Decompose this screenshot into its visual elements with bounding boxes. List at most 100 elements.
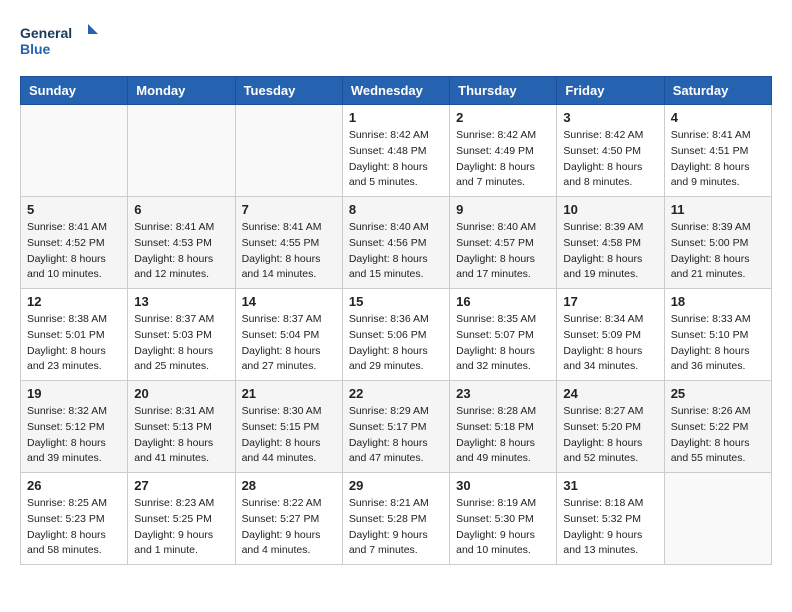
day-info: Sunrise: 8:33 AM Sunset: 5:10 PM Dayligh… xyxy=(671,312,765,375)
day-number: 31 xyxy=(563,478,657,493)
weekday-header-row: SundayMondayTuesdayWednesdayThursdayFrid… xyxy=(21,77,772,105)
day-number: 24 xyxy=(563,386,657,401)
day-number: 5 xyxy=(27,202,121,217)
calendar-cell: 3 Sunrise: 8:42 AM Sunset: 4:50 PM Daylig… xyxy=(557,105,664,197)
calendar-cell: 16 Sunrise: 8:35 AM Sunset: 5:07 PM Dayli… xyxy=(450,289,557,381)
logo-icon: General Blue xyxy=(20,20,100,60)
calendar-cell: 28Sunrise: 8:22 AM Sunset: 5:27 PM Dayli… xyxy=(235,473,342,565)
calendar-week-row: 5 Sunrise: 8:41 AM Sunset: 4:52 PM Daylig… xyxy=(21,197,772,289)
day-number: 9 xyxy=(456,202,550,217)
svg-text:General: General xyxy=(20,25,72,41)
day-info: Sunrise: 8:40 AM Sunset: 4:56 PM Dayligh… xyxy=(349,220,443,283)
calendar-cell: 22 Sunrise: 8:29 AM Sunset: 5:17 PM Dayli… xyxy=(342,381,449,473)
calendar-cell: 30 Sunrise: 8:19 AM Sunset: 5:30 PM Dayli… xyxy=(450,473,557,565)
calendar-cell: 11Sunrise: 8:39 AM Sunset: 5:00 PM Dayli… xyxy=(664,197,771,289)
day-info: Sunrise: 8:30 AM Sunset: 5:15 PM Dayligh… xyxy=(242,404,336,467)
day-number: 3 xyxy=(563,110,657,125)
calendar-cell: 1Sunrise: 8:42 AM Sunset: 4:48 PM Daylig… xyxy=(342,105,449,197)
calendar-cell: 8 Sunrise: 8:40 AM Sunset: 4:56 PM Daylig… xyxy=(342,197,449,289)
day-number: 4 xyxy=(671,110,765,125)
weekday-header: Thursday xyxy=(450,77,557,105)
svg-text:Blue: Blue xyxy=(20,41,51,57)
day-number: 8 xyxy=(349,202,443,217)
day-number: 26 xyxy=(27,478,121,493)
calendar-cell: 21 Sunrise: 8:30 AM Sunset: 5:15 PM Dayli… xyxy=(235,381,342,473)
calendar-cell: 31 Sunrise: 8:18 AM Sunset: 5:32 PM Dayli… xyxy=(557,473,664,565)
day-number: 19 xyxy=(27,386,121,401)
calendar-cell: 12 Sunrise: 8:38 AM Sunset: 5:01 PM Dayli… xyxy=(21,289,128,381)
day-number: 20 xyxy=(134,386,228,401)
day-number: 23 xyxy=(456,386,550,401)
day-number: 16 xyxy=(456,294,550,309)
calendar-cell xyxy=(664,473,771,565)
calendar-cell: 2 Sunrise: 8:42 AM Sunset: 4:49 PM Daylig… xyxy=(450,105,557,197)
day-info: Sunrise: 8:32 AM Sunset: 5:12 PM Dayligh… xyxy=(27,404,121,467)
page-header: General Blue xyxy=(20,20,772,60)
day-number: 29 xyxy=(349,478,443,493)
day-info: Sunrise: 8:37 AM Sunset: 5:04 PM Dayligh… xyxy=(242,312,336,375)
day-info: Sunrise: 8:42 AM Sunset: 4:49 PM Dayligh… xyxy=(456,128,550,191)
day-info: Sunrise: 8:21 AM Sunset: 5:28 PM Dayligh… xyxy=(349,496,443,559)
day-info: Sunrise: 8:42 AM Sunset: 4:48 PM Dayligh… xyxy=(349,128,443,191)
day-number: 28 xyxy=(242,478,336,493)
day-number: 13 xyxy=(134,294,228,309)
day-info: Sunrise: 8:38 AM Sunset: 5:01 PM Dayligh… xyxy=(27,312,121,375)
calendar-week-row: 26 Sunrise: 8:25 AM Sunset: 5:23 PM Dayli… xyxy=(21,473,772,565)
day-info: Sunrise: 8:35 AM Sunset: 5:07 PM Dayligh… xyxy=(456,312,550,375)
day-number: 12 xyxy=(27,294,121,309)
calendar-cell: 15Sunrise: 8:36 AM Sunset: 5:06 PM Dayli… xyxy=(342,289,449,381)
calendar-cell: 17 Sunrise: 8:34 AM Sunset: 5:09 PM Dayli… xyxy=(557,289,664,381)
day-info: Sunrise: 8:34 AM Sunset: 5:09 PM Dayligh… xyxy=(563,312,657,375)
day-number: 11 xyxy=(671,202,765,217)
weekday-header: Sunday xyxy=(21,77,128,105)
calendar-cell: 20 Sunrise: 8:31 AM Sunset: 5:13 PM Dayli… xyxy=(128,381,235,473)
calendar-week-row: 19 Sunrise: 8:32 AM Sunset: 5:12 PM Dayli… xyxy=(21,381,772,473)
day-info: Sunrise: 8:42 AM Sunset: 4:50 PM Dayligh… xyxy=(563,128,657,191)
day-info: Sunrise: 8:37 AM Sunset: 5:03 PM Dayligh… xyxy=(134,312,228,375)
calendar-cell: 23Sunrise: 8:28 AM Sunset: 5:18 PM Dayli… xyxy=(450,381,557,473)
calendar-cell: 27Sunrise: 8:23 AM Sunset: 5:25 PM Dayli… xyxy=(128,473,235,565)
calendar-cell: 14Sunrise: 8:37 AM Sunset: 5:04 PM Dayli… xyxy=(235,289,342,381)
calendar-cell: 29 Sunrise: 8:21 AM Sunset: 5:28 PM Dayli… xyxy=(342,473,449,565)
calendar-cell xyxy=(128,105,235,197)
day-number: 6 xyxy=(134,202,228,217)
day-info: Sunrise: 8:26 AM Sunset: 5:22 PM Dayligh… xyxy=(671,404,765,467)
calendar-cell: 6Sunrise: 8:41 AM Sunset: 4:53 PM Daylig… xyxy=(128,197,235,289)
day-number: 22 xyxy=(349,386,443,401)
day-number: 27 xyxy=(134,478,228,493)
day-number: 2 xyxy=(456,110,550,125)
calendar-cell: 7Sunrise: 8:41 AM Sunset: 4:55 PM Daylig… xyxy=(235,197,342,289)
weekday-header: Tuesday xyxy=(235,77,342,105)
day-info: Sunrise: 8:40 AM Sunset: 4:57 PM Dayligh… xyxy=(456,220,550,283)
day-number: 15 xyxy=(349,294,443,309)
weekday-header: Monday xyxy=(128,77,235,105)
calendar-cell: 4 Sunrise: 8:41 AM Sunset: 4:51 PM Daylig… xyxy=(664,105,771,197)
calendar-cell: 10 Sunrise: 8:39 AM Sunset: 4:58 PM Dayli… xyxy=(557,197,664,289)
day-info: Sunrise: 8:29 AM Sunset: 5:17 PM Dayligh… xyxy=(349,404,443,467)
day-number: 18 xyxy=(671,294,765,309)
day-info: Sunrise: 8:19 AM Sunset: 5:30 PM Dayligh… xyxy=(456,496,550,559)
weekday-header: Wednesday xyxy=(342,77,449,105)
day-number: 17 xyxy=(563,294,657,309)
day-info: Sunrise: 8:39 AM Sunset: 4:58 PM Dayligh… xyxy=(563,220,657,283)
calendar-cell: 5 Sunrise: 8:41 AM Sunset: 4:52 PM Daylig… xyxy=(21,197,128,289)
calendar-cell xyxy=(235,105,342,197)
weekday-header: Saturday xyxy=(664,77,771,105)
calendar-cell: 18 Sunrise: 8:33 AM Sunset: 5:10 PM Dayli… xyxy=(664,289,771,381)
calendar-cell: 24 Sunrise: 8:27 AM Sunset: 5:20 PM Dayli… xyxy=(557,381,664,473)
calendar-week-row: 12 Sunrise: 8:38 AM Sunset: 5:01 PM Dayli… xyxy=(21,289,772,381)
day-number: 21 xyxy=(242,386,336,401)
day-number: 10 xyxy=(563,202,657,217)
day-info: Sunrise: 8:27 AM Sunset: 5:20 PM Dayligh… xyxy=(563,404,657,467)
calendar-cell: 25 Sunrise: 8:26 AM Sunset: 5:22 PM Dayli… xyxy=(664,381,771,473)
calendar-cell: 19 Sunrise: 8:32 AM Sunset: 5:12 PM Dayli… xyxy=(21,381,128,473)
day-info: Sunrise: 8:41 AM Sunset: 4:52 PM Dayligh… xyxy=(27,220,121,283)
calendar-week-row: 1Sunrise: 8:42 AM Sunset: 4:48 PM Daylig… xyxy=(21,105,772,197)
day-info: Sunrise: 8:25 AM Sunset: 5:23 PM Dayligh… xyxy=(27,496,121,559)
calendar-cell: 26 Sunrise: 8:25 AM Sunset: 5:23 PM Dayli… xyxy=(21,473,128,565)
day-info: Sunrise: 8:18 AM Sunset: 5:32 PM Dayligh… xyxy=(563,496,657,559)
day-info: Sunrise: 8:41 AM Sunset: 4:51 PM Dayligh… xyxy=(671,128,765,191)
day-info: Sunrise: 8:31 AM Sunset: 5:13 PM Dayligh… xyxy=(134,404,228,467)
day-number: 25 xyxy=(671,386,765,401)
day-number: 30 xyxy=(456,478,550,493)
